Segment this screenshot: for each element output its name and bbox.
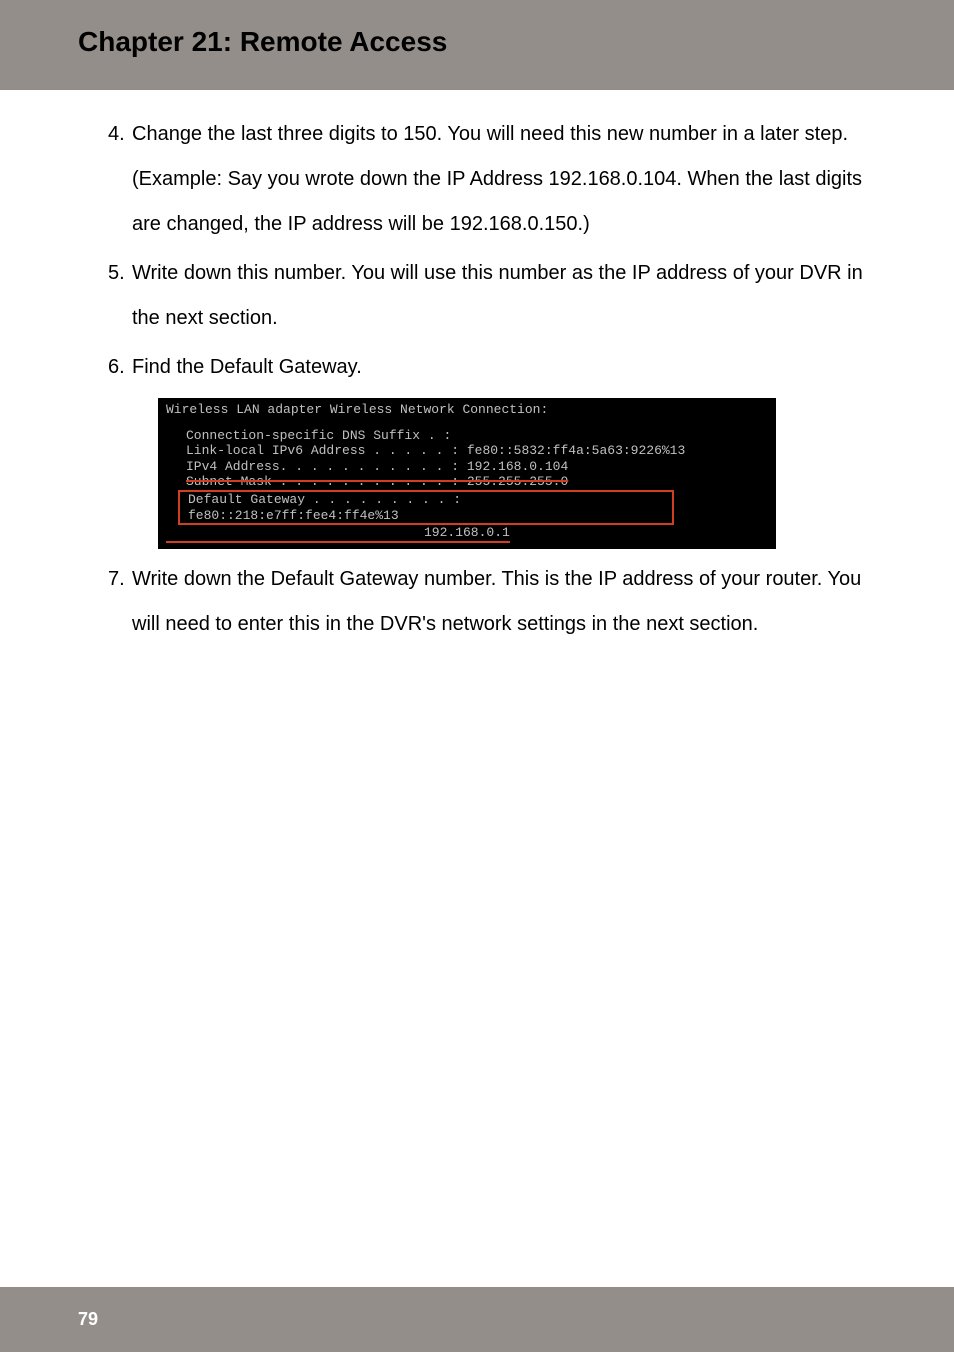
terminal-line: Link-local IPv6 Address . . . . . : fe80… <box>166 443 768 459</box>
list-number: 7. <box>82 557 132 647</box>
chapter-header: Chapter 21: Remote Access <box>0 0 954 90</box>
page-footer: 79 <box>0 1287 954 1352</box>
terminal-line: 192.168.0.1 <box>166 525 768 543</box>
list-item: 5. Write down this number. You will use … <box>82 251 872 341</box>
terminal-screenshot: Wireless LAN adapter Wireless Network Co… <box>158 398 776 549</box>
list-item: 4. Change the last three digits to 150. … <box>82 112 872 247</box>
list-item: 7. Write down the Default Gateway number… <box>82 557 872 647</box>
list-number: 5. <box>82 251 132 341</box>
list-number: 6. <box>82 345 132 390</box>
list-item: 6. Find the Default Gateway. <box>82 345 872 390</box>
terminal-line: Subnet Mask . . . . . . . . . . . : 255.… <box>166 474 768 490</box>
terminal-line: Default Gateway . . . . . . . . . : fe80… <box>182 492 670 523</box>
chapter-title: Chapter 21: Remote Access <box>78 26 954 58</box>
list-text: Change the last three digits to 150. You… <box>132 112 872 247</box>
terminal-line: Wireless LAN adapter Wireless Network Co… <box>166 402 768 418</box>
page-number: 79 <box>78 1309 98 1329</box>
list-text: Write down the Default Gateway number. T… <box>132 557 872 647</box>
highlight-box: Default Gateway . . . . . . . . . : fe80… <box>178 490 674 525</box>
terminal-line: Connection-specific DNS Suffix . : <box>166 428 768 444</box>
terminal-line: IPv4 Address. . . . . . . . . . . : 192.… <box>166 459 768 475</box>
list-text: Write down this number. You will use thi… <box>132 251 872 341</box>
list-number: 4. <box>82 112 132 247</box>
page-content: 4. Change the last three digits to 150. … <box>0 90 954 647</box>
list-text: Find the Default Gateway. <box>132 345 872 390</box>
